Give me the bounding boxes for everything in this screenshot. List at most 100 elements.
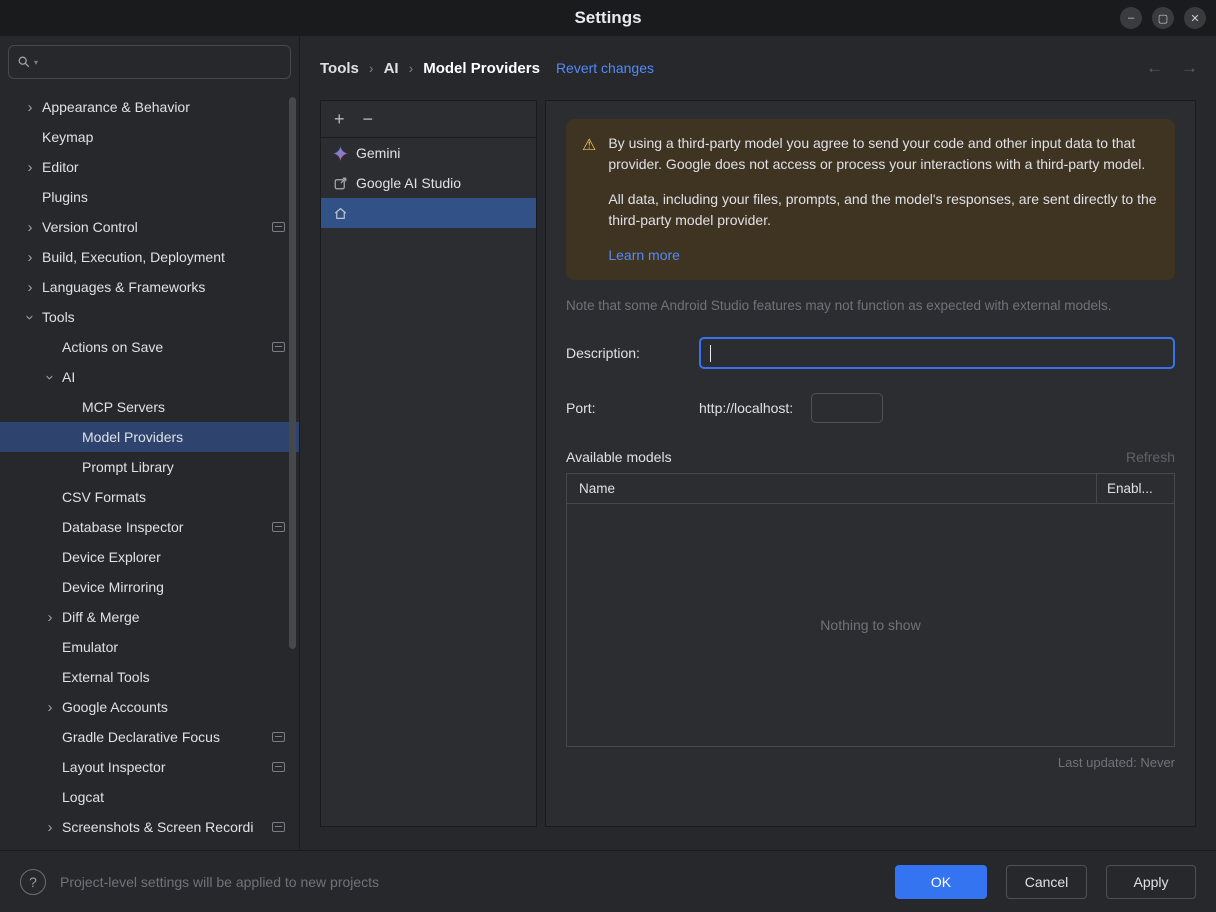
chevron-right-icon[interactable]: › xyxy=(18,100,42,115)
sidebar-item-gradle-declarative-focus[interactable]: Gradle Declarative Focus xyxy=(0,722,299,752)
chevron-right-icon[interactable]: › xyxy=(38,610,62,625)
screen-settings-badge-icon xyxy=(272,522,285,532)
close-button[interactable]: ✕ xyxy=(1184,7,1206,29)
sidebar-item-model-providers[interactable]: Model Providers xyxy=(0,422,299,452)
sidebar-item-label: Editor xyxy=(42,159,79,175)
settings-sidebar: ▾ › Appearance & Behavior Keymap › Editor Plu… xyxy=(0,36,300,850)
apply-button[interactable]: Apply xyxy=(1106,864,1196,899)
sidebar-item-csv-formats[interactable]: CSV Formats xyxy=(0,482,299,512)
sidebar-item-label: External Tools xyxy=(62,669,150,685)
sidebar-item-label: Tools xyxy=(42,309,75,325)
port-row: Port: http://localhost: xyxy=(566,393,1175,423)
search-history-chevron-icon[interactable]: ▾ xyxy=(34,58,38,67)
forward-arrow-icon[interactable]: → xyxy=(1181,58,1198,78)
add-provider-button[interactable]: + xyxy=(334,110,345,128)
sidebar-item-label: Emulator xyxy=(62,639,119,655)
breadcrumb-ai[interactable]: AI xyxy=(384,60,399,77)
chevron-right-icon[interactable]: › xyxy=(38,700,62,715)
sidebar-item-database-inspector[interactable]: Database Inspector xyxy=(0,512,299,542)
sidebar-item-emulator[interactable]: Emulator xyxy=(0,632,299,662)
sidebar-item-label: Keymap xyxy=(42,129,94,145)
column-header-name: Name xyxy=(579,481,616,496)
google-ai-studio-icon xyxy=(332,175,348,191)
provider-item-google-ai-studio[interactable]: Google AI Studio xyxy=(321,168,536,198)
provider-item-label: Gemini xyxy=(356,145,401,161)
chevron-right-icon[interactable]: › xyxy=(38,820,62,835)
description-input[interactable] xyxy=(699,337,1175,369)
sidebar-item-label: Google Accounts xyxy=(62,699,168,715)
sidebar-item-screenshots-screen-recordi[interactable]: › Screenshots & Screen Recordi xyxy=(0,812,299,842)
breadcrumb: Tools › AI › Model Providers Revert chan… xyxy=(320,36,1216,100)
screen-settings-badge-icon xyxy=(272,222,285,232)
sidebar-item-appearance-behavior[interactable]: › Appearance & Behavior xyxy=(0,92,299,122)
sidebar-item-editor[interactable]: › Editor xyxy=(0,152,299,182)
sidebar-item-prompt-library[interactable]: Prompt Library xyxy=(0,452,299,482)
breadcrumb-tools[interactable]: Tools xyxy=(320,60,359,77)
history-nav: ← → xyxy=(1146,58,1198,78)
chevron-right-icon[interactable]: › xyxy=(18,280,42,295)
sidebar-item-actions-on-save[interactable]: Actions on Save xyxy=(0,332,299,362)
ok-button[interactable]: OK xyxy=(895,864,987,899)
sidebar-item-label: Appearance & Behavior xyxy=(42,99,190,115)
chevron-down-icon[interactable]: › xyxy=(42,365,59,389)
sidebar-item-build-execution-deployment[interactable]: › Build, Execution, Deployment xyxy=(0,242,299,272)
sidebar-item-label: Device Mirroring xyxy=(62,579,164,595)
help-button[interactable]: ? xyxy=(20,868,46,895)
remove-provider-button[interactable]: − xyxy=(363,110,374,128)
chevron-right-icon[interactable]: › xyxy=(18,160,42,175)
sidebar-item-label: Device Explorer xyxy=(62,549,161,565)
models-table: Name Enabl... Nothing to show xyxy=(566,473,1175,747)
provider-item-new[interactable] xyxy=(321,198,536,228)
settings-dialog: Settings – ▢ ✕ ▾ › Appearance & Behavior K… xyxy=(0,0,1216,912)
window-title: Settings xyxy=(574,8,642,27)
sidebar-item-ai[interactable]: › AI xyxy=(0,362,299,392)
minus-icon: − xyxy=(362,109,374,129)
warning-text: By using a third-party model you agree t… xyxy=(608,133,1159,266)
sidebar-item-device-mirroring[interactable]: Device Mirroring xyxy=(0,572,299,602)
screen-settings-badge-icon xyxy=(272,822,285,832)
sidebar-item-keymap[interactable]: Keymap xyxy=(0,122,299,152)
sidebar-item-logcat[interactable]: Logcat xyxy=(0,782,299,812)
sidebar-item-plugins[interactable]: Plugins xyxy=(0,182,299,212)
minimize-button[interactable]: – xyxy=(1120,7,1142,29)
sidebar-item-version-control[interactable]: › Version Control xyxy=(0,212,299,242)
chevron-down-icon[interactable]: › xyxy=(22,305,39,329)
port-prefix: http://localhost: xyxy=(699,400,794,416)
models-table-header: Name Enabl... xyxy=(567,474,1174,504)
text-caret xyxy=(710,344,711,362)
port-input[interactable] xyxy=(811,393,884,423)
home-icon xyxy=(332,205,348,221)
sidebar-item-label: Database Inspector xyxy=(62,519,184,535)
sidebar-item-diff-merge[interactable]: › Diff & Merge xyxy=(0,602,299,632)
sidebar-item-label: Model Providers xyxy=(82,429,184,445)
sidebar-item-languages-frameworks[interactable]: › Languages & Frameworks xyxy=(0,272,299,302)
provider-item-gemini[interactable]: Gemini xyxy=(321,138,536,168)
provider-list-panel: + − Gemini Google AI Studio xyxy=(320,100,537,827)
breadcrumb-separator-icon: › xyxy=(408,60,414,76)
sidebar-item-mcp-servers[interactable]: MCP Servers xyxy=(0,392,299,422)
revert-changes-link[interactable]: Revert changes xyxy=(556,60,654,76)
screen-settings-badge-icon xyxy=(272,342,285,352)
sidebar-item-label: Prompt Library xyxy=(82,459,174,475)
settings-search[interactable]: ▾ xyxy=(8,45,291,79)
search-input[interactable] xyxy=(41,54,282,70)
learn-more-link[interactable]: Learn more xyxy=(608,245,680,266)
breadcrumb-separator-icon: › xyxy=(368,60,374,76)
maximize-button[interactable]: ▢ xyxy=(1152,7,1174,29)
column-header-enabled: Enabl... xyxy=(1096,474,1174,503)
chevron-right-icon[interactable]: › xyxy=(18,220,42,235)
sidebar-item-label: Screenshots & Screen Recordi xyxy=(62,819,254,835)
empty-table-message: Nothing to show xyxy=(820,617,921,633)
cancel-button[interactable]: Cancel xyxy=(1006,864,1087,899)
sidebar-item-tools[interactable]: › Tools xyxy=(0,302,299,332)
dialog-footer: ? Project-level settings will be applied… xyxy=(0,850,1216,912)
sidebar-item-google-accounts[interactable]: › Google Accounts xyxy=(0,692,299,722)
sidebar-scrollbar[interactable] xyxy=(289,97,296,649)
sidebar-item-external-tools[interactable]: External Tools xyxy=(0,662,299,692)
sidebar-item-layout-inspector[interactable]: Layout Inspector xyxy=(0,752,299,782)
back-arrow-icon[interactable]: ← xyxy=(1146,58,1163,78)
refresh-button[interactable]: Refresh xyxy=(1126,449,1175,465)
sidebar-item-device-explorer[interactable]: Device Explorer xyxy=(0,542,299,572)
chevron-right-icon[interactable]: › xyxy=(18,250,42,265)
sidebar-item-label: Logcat xyxy=(62,789,105,805)
